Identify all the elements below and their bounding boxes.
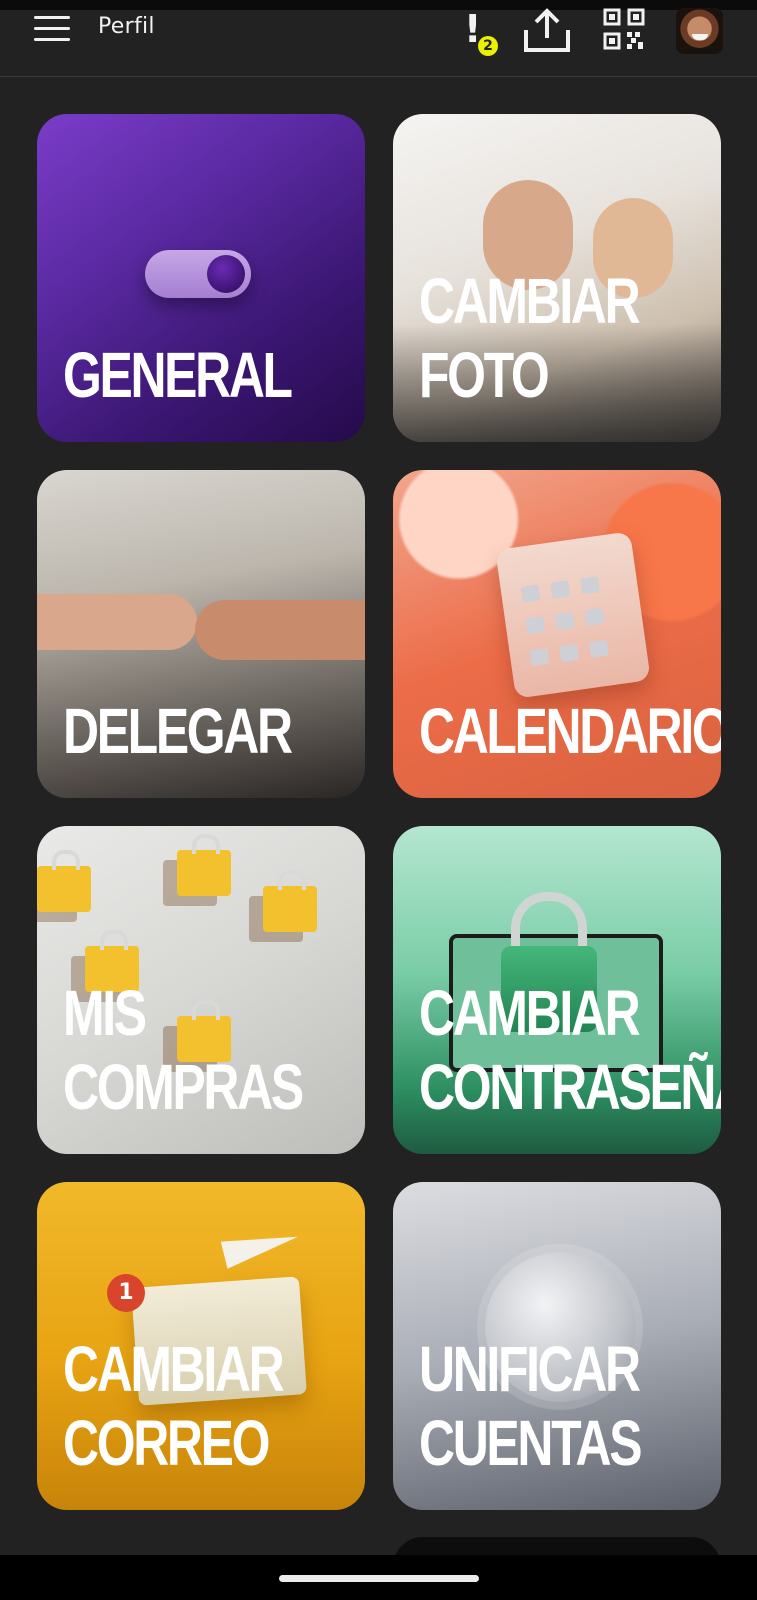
- menu-icon[interactable]: [34, 12, 70, 44]
- tile-label: CAMBIAR CONTRASEÑA: [419, 977, 721, 1123]
- paper-plane-icon: [220, 1223, 302, 1269]
- tile-calendarios[interactable]: CALENDARIOS: [393, 470, 721, 798]
- tile-cambiar-contrasena[interactable]: CAMBIAR CONTRASEÑA: [393, 826, 721, 1154]
- shopping-bag-icon: [177, 834, 231, 896]
- share-button[interactable]: [522, 8, 572, 54]
- tile-unificar-cuentas[interactable]: UNIFICAR CUENTAS: [393, 1182, 721, 1510]
- tile-cambiar-correo[interactable]: 1 CAMBIAR CORREO: [37, 1182, 365, 1510]
- home-indicator[interactable]: [279, 1575, 479, 1582]
- alerts-button[interactable]: ! 2: [458, 8, 508, 60]
- tile-label: GENERAL: [63, 339, 293, 411]
- tile-label: CALENDARIOS: [419, 695, 721, 767]
- tile-delegar[interactable]: DELEGAR: [37, 470, 365, 798]
- toggle-icon: [145, 250, 251, 298]
- calendar-icon: [495, 531, 651, 699]
- tile-label: MIS COMPRAS: [63, 977, 304, 1123]
- avatar[interactable]: [676, 8, 723, 54]
- shopping-bag-icon: [263, 870, 317, 932]
- notification-badge: 1: [107, 1274, 145, 1312]
- page-title: Perfil: [98, 14, 155, 39]
- alert-count-badge: 2: [478, 36, 498, 56]
- tile-cambiar-foto[interactable]: CAMBIAR FOTO: [393, 114, 721, 442]
- fist-bump-image: [195, 600, 365, 660]
- qr-code-icon: [603, 8, 645, 50]
- qr-button[interactable]: [603, 8, 645, 50]
- fist-bump-image: [37, 594, 197, 650]
- tile-label: CAMBIAR FOTO: [419, 265, 641, 411]
- tile-label: CAMBIAR CORREO: [63, 1333, 285, 1479]
- tile-label: UNIFICAR CUENTAS: [419, 1333, 643, 1479]
- tile-label: DELEGAR: [63, 695, 293, 767]
- avatar-face: [692, 34, 708, 40]
- tile-general[interactable]: GENERAL: [37, 114, 365, 442]
- app-bar: Perfil ! 2: [0, 0, 757, 77]
- shopping-bag-icon: [37, 850, 91, 912]
- share-icon: [524, 8, 570, 52]
- tile-mis-compras[interactable]: MIS COMPRAS: [37, 826, 365, 1154]
